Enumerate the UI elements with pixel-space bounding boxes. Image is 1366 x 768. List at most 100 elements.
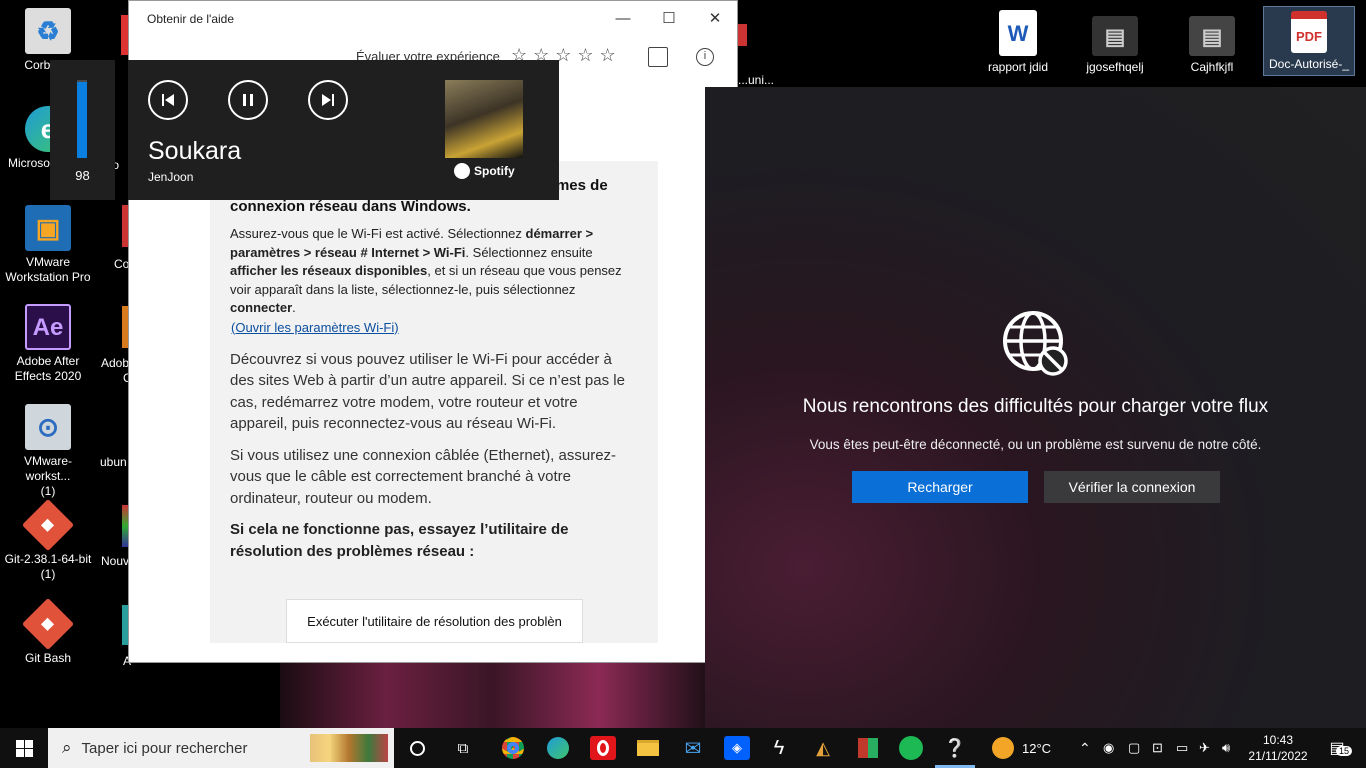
text: . Sélectionnez ensuite [465,244,593,260]
volume-flyout[interactable]: 98 [50,60,115,200]
desktop-icon-vmware[interactable]: ▣ VMware Workstation Pro [3,205,93,285]
wallpaper-fragment [280,663,705,728]
news-error-title: Nous rencontrons des difficultés pour ch… [802,396,1269,417]
git-bash-icon: ◆ [21,597,75,651]
spotify-taskbar-icon[interactable] [898,736,924,760]
airplane-mode-icon[interactable]: ✈ [1199,728,1210,768]
desktop-label-partial: ...uni... [738,73,775,87]
mail-icon[interactable]: ✉ [680,736,706,760]
tray-network-icon[interactable]: ⊡ [1152,728,1163,768]
file-explorer-icon[interactable] [635,736,661,760]
next-track-button[interactable] [308,80,348,120]
taskbar: ⌕ Taper ici pour rechercher ⧉ ✉ ◈ ϟ ◭ ❔ … [0,728,1366,768]
check-connection-button[interactable]: Vérifier la connexion [1044,471,1220,503]
track-artist: JenJoon [148,170,194,184]
clock-date: 21/11/2022 [1248,749,1308,763]
media-flyout[interactable]: Soukara JenJoon Spotify [128,60,559,200]
taskbar-search-box[interactable]: ⌕ Taper ici pour rechercher [48,728,394,768]
paint-icon[interactable]: ◭ [810,736,836,760]
task-view-icon[interactable]: ⧉ [450,736,476,760]
desktop-icon-rapport[interactable]: W rapport jdid [973,10,1063,75]
next-icon [322,94,334,106]
help-paragraph-other-device: Découvrez si vous pouvez utiliser le Wi-… [230,350,625,433]
word-document-icon: W [999,10,1037,56]
desktop-icon-vmware-installer[interactable]: ⊙ VMware-workst... (1) [3,404,93,499]
desktop-icon-label: VMware-workst... (1) [23,454,72,498]
battery-icon[interactable]: ▭ [1176,728,1188,768]
desktop-icon-label: jgosefhqelj [1086,60,1144,74]
track-title: Soukara [148,137,242,165]
dropbox-icon[interactable]: ◈ [724,736,750,760]
desktop-icon-after-effects[interactable]: Ae Adobe After Effects 2020 [3,304,93,384]
help-paragraph-troubleshooter: Si cela ne fonctionne pas, essayez l’uti… [230,521,569,560]
maximize-button[interactable]: ☐ [646,1,692,35]
media-source-label: Spotify [474,164,515,178]
volume-level-fill [77,81,87,158]
desktop-icon-label: Doc-Autorisé-_ [1268,57,1350,71]
recycle-bin-icon: ♻ [25,8,71,54]
notification-count: 15 [1336,746,1353,756]
spotify-badge: Spotify [454,163,515,179]
desktop-icon-jgosef[interactable]: ▤ jgosefhqelj [1070,10,1160,75]
text: . [292,300,296,315]
notification-center-button[interactable]: ▤ 15 [1322,728,1353,768]
image-thumbnail-icon: ▤ [1189,16,1235,56]
desktop-icon-label: Git Bash [24,651,72,665]
news-feed-pane[interactable]: Nous rencontrons des difficultés pour ch… [705,87,1366,728]
volume-value: 98 [75,168,90,183]
windows-logo-icon [15,739,33,757]
vmware-icon: ▣ [25,205,71,251]
search-highlight-icon [310,734,388,762]
weather-widget[interactable]: 12°C [992,728,1051,768]
text: connecter [230,300,293,315]
volume-icon[interactable]: 🔊︎ [1222,728,1230,768]
desktop-icon-doc-pdf[interactable]: PDF Doc-Autorisé-_ [1263,6,1355,76]
weather-icon [992,737,1014,759]
pause-button[interactable] [228,80,268,120]
chrome-icon[interactable] [500,736,526,760]
previous-track-button[interactable] [148,80,188,120]
winrar-icon[interactable] [855,736,881,760]
help-content-panel: Essayez ces actions pour résoudre les pr… [210,161,658,643]
previous-icon [162,94,174,106]
info-icon[interactable]: i [696,48,714,66]
reload-button[interactable]: Recharger [852,471,1028,503]
clock[interactable]: 10:43 21/11/2022 [1248,728,1308,768]
show-hidden-icons-chevron[interactable]: ⌃ [1079,728,1091,768]
cortana-icon[interactable] [404,736,430,760]
tray-circle-icon[interactable]: ◉ [1103,728,1114,768]
text: afficher les réseaux disponibles [230,263,428,278]
desktop-label-partial: Adob [101,356,130,370]
desktop-icon-partial-red[interactable] [737,24,747,46]
window-title: Obtenir de l'aide [147,12,235,26]
volume-slider[interactable] [77,80,87,158]
start-button[interactable] [0,728,48,768]
desktop-label-partial: ubun [100,455,127,469]
tray-camera-icon[interactable]: ▢ [1128,728,1140,768]
desktop-label-partial: Nouv [101,554,130,568]
text: Assurez-vous que le Wi-Fi est activé. Sé… [230,226,526,241]
minimize-button[interactable]: — [600,1,646,35]
image-thumbnail-icon: ▤ [1092,16,1138,56]
spotify-icon [454,163,470,179]
feedback-icon[interactable] [648,47,668,67]
run-troubleshooter-button[interactable]: Exécuter l'utilitaire de résolution des … [286,599,583,643]
after-effects-icon: Ae [25,304,71,350]
edge-taskbar-icon[interactable] [545,736,571,760]
app-bolt-icon[interactable]: ϟ [766,736,792,760]
desktop-icon-cajhf[interactable]: ▤ Cajhfkjfl [1167,10,1257,75]
search-placeholder: Taper ici pour rechercher [81,739,248,757]
help-paragraph-wifi: Assurez-vous que le Wi-Fi est activé. Sé… [230,225,634,318]
desktop-icon-git-bash[interactable]: ◆ Git Bash [3,597,93,666]
help-paragraph-ethernet: Si vous utilisez une connexion câblée (E… [230,446,617,507]
opera-icon[interactable] [590,736,616,760]
open-wifi-settings-link[interactable]: (Ouvrir les paramètres Wi-Fi) [231,320,399,335]
news-error-subtitle: Vous êtes peut-être déconnecté, ou un pr… [809,437,1262,452]
desktop-icon-label: rapport jdid [987,60,1049,74]
desktop-icon-git-installer[interactable]: ◆ Git-2.38.1-64-bit (1) [3,498,93,582]
help-app-icon[interactable]: ❔ [942,736,968,760]
temperature: 12°C [1022,740,1052,756]
album-art [445,80,523,158]
desktop-icon-label: VMware Workstation Pro [5,255,91,284]
close-button[interactable]: ✕ [692,1,738,35]
